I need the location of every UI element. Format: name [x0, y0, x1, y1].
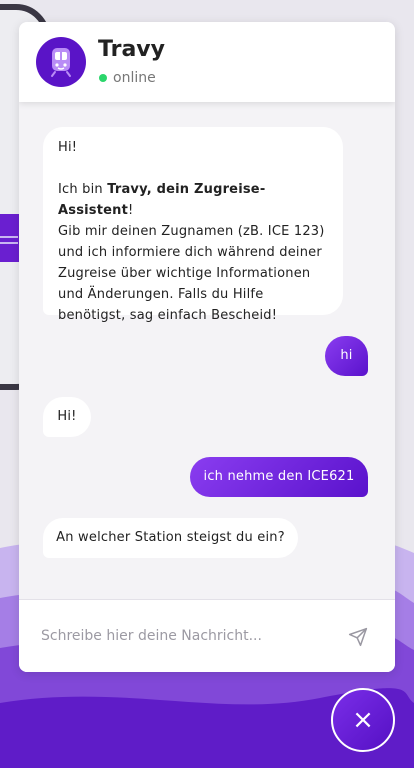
message-input[interactable]: [41, 624, 341, 648]
bot-message: Hi!: [43, 397, 91, 437]
send-button[interactable]: [346, 625, 370, 649]
message-list: Hi! Ich bin Travy, dein Zugreise-Assiste…: [19, 102, 395, 599]
user-message: ich nehme den ICE621: [190, 457, 368, 497]
close-chat-button[interactable]: ×: [331, 688, 395, 752]
chat-header: Travy online: [19, 22, 395, 102]
bot-status: online: [99, 70, 156, 86]
message-greeting: Hi!: [58, 140, 78, 155]
online-indicator: [99, 74, 107, 82]
send-icon: [348, 627, 368, 647]
user-message: hi: [325, 336, 368, 376]
message-intro: Ich bin Travy, dein Zugreise-Assistent!: [58, 182, 266, 218]
message-body: Gib mir deinen Zugnamen (zB. ICE 123) un…: [58, 224, 325, 323]
message-composer: [19, 599, 395, 672]
close-icon: ×: [352, 705, 374, 735]
background-stripe-lines: [0, 236, 18, 238]
bot-name: Travy: [98, 37, 165, 62]
status-label: online: [113, 70, 156, 86]
bot-message: Hi! Ich bin Travy, dein Zugreise-Assiste…: [43, 127, 343, 323]
bot-avatar: [36, 37, 86, 87]
bot-message: An welcher Station steigst du ein?: [43, 518, 298, 558]
chat-window: Travy online Hi! Ich bin Travy, dein Zug…: [19, 22, 395, 672]
train-icon: [51, 48, 71, 77]
